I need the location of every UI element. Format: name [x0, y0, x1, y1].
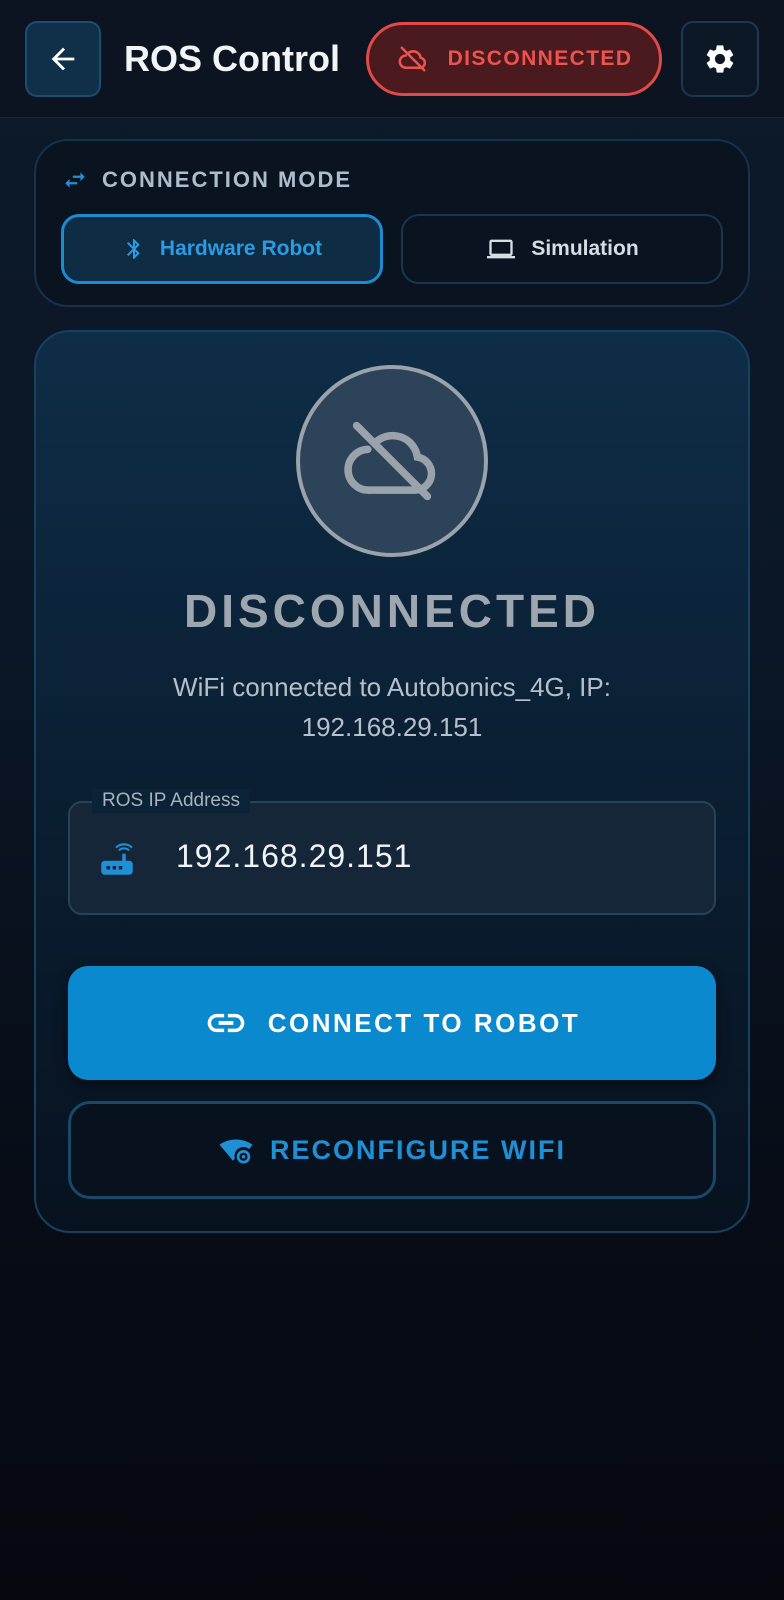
mode-option-label: Hardware Robot — [159, 237, 323, 260]
back-button[interactable] — [25, 21, 101, 97]
bluetooth-icon — [126, 239, 140, 259]
mode-option-label: Simulation — [531, 237, 639, 260]
ros-ip-label: ROS IP Address — [92, 789, 250, 813]
connection-status-badge[interactable]: DISCONNECTED — [366, 22, 662, 96]
status-icon-circle — [296, 365, 488, 557]
reconfigure-wifi-button[interactable]: RECONFIGURE WIFI — [68, 1101, 716, 1199]
connection-status-text: DISCONNECTED — [447, 47, 633, 70]
wifi-info-text: WiFi connected to Autobonics_4G, IP: 192… — [173, 672, 611, 742]
reconfigure-wifi-label: RECONFIGURE WIFI — [270, 1134, 566, 1165]
connect-to-robot-button[interactable]: CONNECT TO ROBOT — [68, 966, 716, 1080]
cloud-off-icon — [398, 46, 426, 72]
cloud-off-icon — [344, 421, 436, 501]
wifi-settings-icon — [219, 1139, 253, 1164]
connection-mode-header: CONNECTION MODE — [62, 164, 352, 196]
mode-option-hardware-robot[interactable]: Hardware Robot — [61, 214, 383, 284]
gear-icon — [706, 45, 734, 73]
connect-button-label: CONNECT TO ROBOT — [267, 1007, 581, 1038]
status-heading: DISCONNECTED — [183, 585, 601, 637]
connection-mode-label: CONNECTION MODE — [102, 167, 352, 192]
arrow-left-icon — [51, 47, 75, 71]
router-icon — [101, 843, 133, 875]
link-icon — [207, 1013, 245, 1033]
swap-horizontal-icon — [65, 172, 85, 188]
page-title: ROS Control — [124, 38, 340, 79]
ros-ip-value: 192.168.29.151 — [176, 838, 413, 874]
settings-button[interactable] — [681, 21, 759, 97]
laptop-icon — [487, 239, 516, 259]
mode-option-simulation[interactable]: Simulation — [401, 214, 723, 284]
